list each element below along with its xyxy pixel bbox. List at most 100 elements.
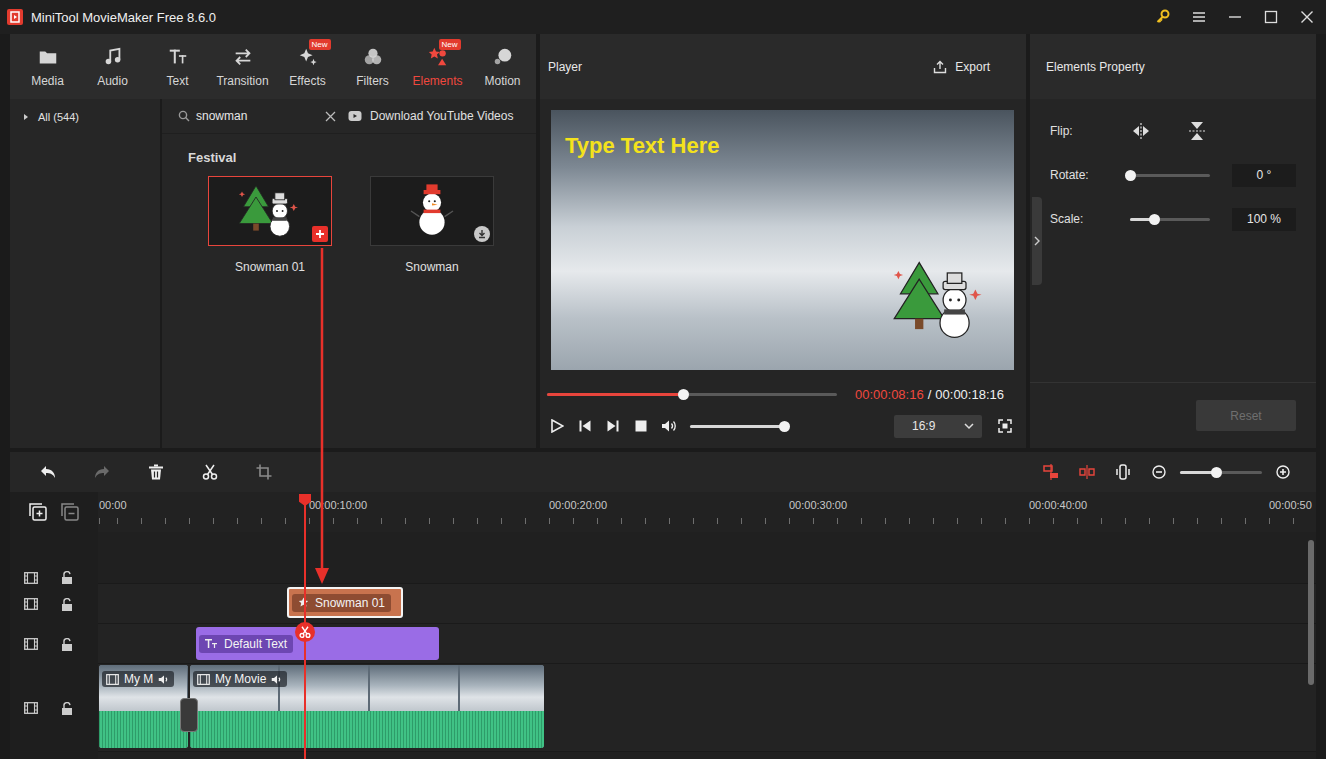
progress-knob[interactable] <box>678 389 689 400</box>
minimize-button[interactable] <box>1224 6 1246 28</box>
preview-text-overlay[interactable]: Type Text Here <box>565 133 719 159</box>
toolbar-tab[interactable]: Transition <box>210 34 275 99</box>
property-slider[interactable] <box>1130 174 1210 177</box>
tab-icon-holder <box>492 46 514 68</box>
clip-label: My Movie <box>193 671 287 687</box>
timeline-clip[interactable]: Snowman 01 <box>287 587 403 618</box>
flip-horizontal-button[interactable] <box>1130 120 1152 142</box>
timeline-clip[interactable]: My M <box>99 665 188 748</box>
delete-button[interactable] <box>136 457 176 487</box>
title-bar: MiniTool MovieMaker Free 8.6.0 <box>0 0 1326 34</box>
timeline-clip[interactable]: Default Text <box>196 627 439 660</box>
snap-button[interactable] <box>1036 457 1066 487</box>
film-icon <box>197 674 210 685</box>
split-marker[interactable] <box>295 622 315 642</box>
clip-name: Snowman 01 <box>315 596 385 610</box>
toolbar-tab[interactable]: Filters <box>340 34 405 99</box>
remove-track-button[interactable] <box>61 503 79 521</box>
download-badge[interactable] <box>474 226 490 242</box>
maximize-button[interactable] <box>1260 6 1282 28</box>
zoom-knob[interactable] <box>1211 467 1222 478</box>
motion-icon <box>492 46 514 68</box>
text-icon <box>205 638 218 649</box>
player-panel: Player Export Type Text Here 00:00:08:16… <box>540 34 1026 448</box>
property-value[interactable]: 100 % <box>1232 208 1296 231</box>
preview-sticker[interactable] <box>888 258 992 342</box>
license-button[interactable] <box>1152 6 1174 28</box>
add-track-button[interactable] <box>29 503 47 521</box>
element-thumbnail[interactable] <box>370 176 494 246</box>
playhead[interactable] <box>299 492 311 759</box>
split-button[interactable] <box>190 457 230 487</box>
fit-button[interactable] <box>1072 457 1102 487</box>
lock-open-icon <box>61 638 73 651</box>
download-youtube-button[interactable]: Download YouTube Videos <box>348 109 513 123</box>
undo-button[interactable] <box>28 457 68 487</box>
property-value[interactable]: 0 ° <box>1232 164 1296 187</box>
zoom-in-button[interactable] <box>1268 457 1298 487</box>
add-badge[interactable] <box>312 226 328 242</box>
tab-label: Filters <box>356 74 389 88</box>
element-card[interactable]: Snowman 01 <box>208 176 332 274</box>
zoom-out-button[interactable] <box>1144 457 1174 487</box>
element-icon <box>298 597 309 608</box>
element-thumbnail[interactable] <box>208 176 332 246</box>
property-slider-knob[interactable] <box>1125 170 1136 181</box>
flip-buttons <box>1130 120 1208 142</box>
time-ruler[interactable]: 00:0000:00:10:0000:00:20:0000:00:30:0000… <box>98 492 1316 532</box>
close-icon <box>1300 10 1314 24</box>
track-lock-button[interactable] <box>60 597 74 611</box>
flip-vertical-button[interactable] <box>1186 120 1208 142</box>
volume-button[interactable] <box>660 415 678 437</box>
track-lock-button[interactable] <box>60 637 74 651</box>
lock-open-icon <box>61 702 73 715</box>
track-lane <box>98 532 1316 584</box>
property-row: Flip: <box>1050 109 1296 153</box>
toolbar-tab[interactable]: Text <box>145 34 210 99</box>
tree-snowman-icon <box>235 183 305 239</box>
scrollbar-thumb[interactable] <box>1308 540 1314 685</box>
export-button[interactable]: Export <box>933 60 990 74</box>
zoom-slider[interactable] <box>1180 471 1262 474</box>
track-lock-button[interactable] <box>60 570 74 584</box>
collapse-panel-button[interactable] <box>1032 197 1042 285</box>
volume-slider[interactable] <box>690 425 790 428</box>
zoom-out-icon <box>1152 465 1166 479</box>
clear-icon[interactable] <box>325 111 336 122</box>
redo-button[interactable] <box>82 457 122 487</box>
sidebar-item[interactable]: All (544) <box>10 109 91 125</box>
toolbar-tab[interactable]: Media <box>15 34 80 99</box>
toolbar-tab[interactable]: Audio <box>80 34 145 99</box>
element-card[interactable]: Snowman <box>370 176 494 274</box>
vertical-scrollbar[interactable] <box>1306 540 1316 759</box>
progress-slider[interactable] <box>547 393 837 396</box>
property-rows: Flip: Rotate: 0 °Scale: 100 % <box>1030 99 1316 382</box>
search-field[interactable]: snowman <box>178 109 336 123</box>
toolbar-tab[interactable]: New Elements <box>405 34 470 99</box>
export-label: Export <box>955 60 990 74</box>
track-lock-button[interactable] <box>60 701 74 715</box>
audio-track-button[interactable] <box>1108 457 1138 487</box>
property-label: Scale: <box>1050 212 1130 226</box>
play-button[interactable] <box>548 415 566 437</box>
close-button[interactable] <box>1296 6 1318 28</box>
fullscreen-button[interactable] <box>996 415 1014 437</box>
track-header <box>10 584 98 624</box>
property-slider[interactable] <box>1130 218 1210 221</box>
property-slider-knob[interactable] <box>1149 214 1160 225</box>
next-frame-button[interactable] <box>604 415 622 437</box>
timeline-clip[interactable]: My Movie <box>190 665 544 748</box>
stop-button[interactable] <box>632 415 650 437</box>
element-grid: Snowman 01 Snowman <box>162 176 536 274</box>
previous-frame-button[interactable] <box>576 415 594 437</box>
toolbar-tab[interactable]: Motion <box>470 34 535 99</box>
playhead-handle[interactable] <box>299 494 311 506</box>
clip-waveform <box>99 711 188 748</box>
volume-knob[interactable] <box>779 421 790 432</box>
transition-marker[interactable] <box>180 698 198 732</box>
reset-button[interactable]: Reset <box>1196 400 1296 431</box>
toolbar-tab[interactable]: New Effects <box>275 34 340 99</box>
crop-button[interactable] <box>244 457 284 487</box>
aspect-ratio-dropdown[interactable]: 16:9 <box>894 415 982 438</box>
menu-button[interactable] <box>1188 6 1210 28</box>
